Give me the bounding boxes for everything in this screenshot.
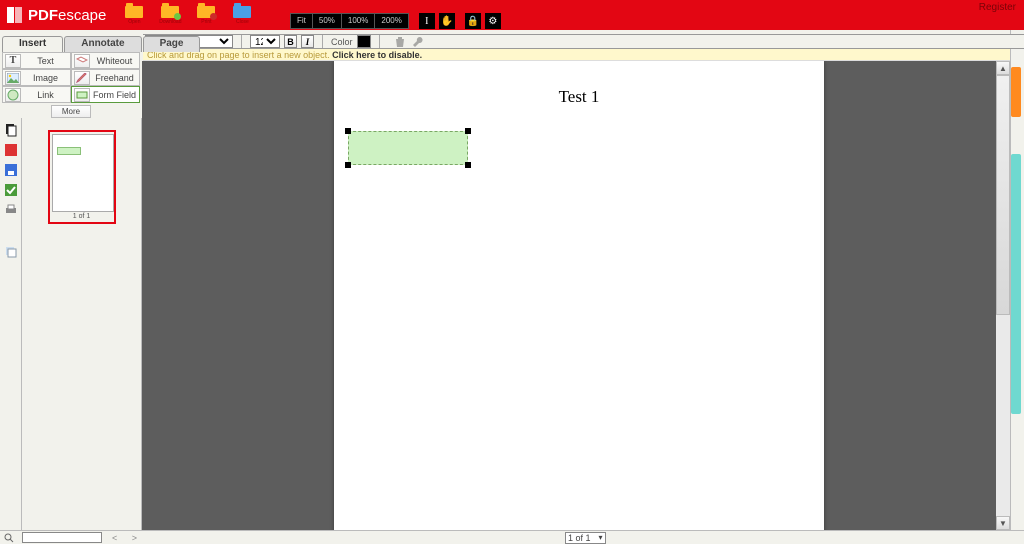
globe-icon (5, 88, 21, 102)
selected-form-field[interactable] (348, 131, 468, 165)
zoom-50[interactable]: 50% (313, 14, 342, 28)
font-size-select[interactable]: 12 (250, 35, 280, 48)
tool-freehand[interactable]: Freehand (71, 69, 140, 86)
pdf-page[interactable]: Test 1 (334, 61, 824, 530)
hint-disable-link[interactable]: Click here to disable. (332, 50, 422, 60)
status-bar: < > 1 of 1 (0, 530, 1024, 544)
tool-form-field[interactable]: Form Field (71, 86, 140, 103)
search-icon[interactable] (4, 533, 14, 543)
resize-handle-tr[interactable] (465, 128, 471, 134)
lock-icon[interactable]: 🔒 (465, 13, 481, 29)
print-button[interactable]: Print (190, 3, 222, 27)
wrench-icon[interactable] (412, 36, 424, 48)
logo-text-bold: PDF (28, 7, 58, 24)
right-side-strip (1010, 30, 1024, 530)
close-button[interactable]: Close (226, 3, 258, 27)
open-button[interactable]: Open (118, 3, 150, 27)
tool-text[interactable]: TText (2, 52, 71, 69)
text-cursor-icon[interactable]: I (419, 13, 435, 29)
check-icon[interactable] (3, 182, 19, 198)
document-viewport[interactable]: Test 1 ▲ ▼ (142, 61, 1010, 530)
zoom-group: Fit 50% 100% 200% (290, 13, 409, 29)
app-logo: PDFescape (6, 6, 106, 24)
tab-insert[interactable]: Insert (2, 36, 63, 52)
side-tab-orange[interactable] (1011, 67, 1021, 117)
tool-link[interactable]: Link (2, 86, 71, 103)
scroll-down-button[interactable]: ▼ (996, 516, 1010, 530)
side-tab-teal[interactable] (1011, 154, 1021, 414)
image-icon (5, 71, 21, 85)
tool-whiteout[interactable]: Whiteout (71, 52, 140, 69)
logo-text: escape (58, 7, 106, 24)
mode-tabs: Insert Annotate Page (2, 36, 201, 52)
pencil-icon (74, 71, 90, 85)
text-icon: T (5, 54, 21, 68)
hint-bar[interactable]: Click and drag on page to insert a new o… (143, 49, 1010, 61)
resize-handle-br[interactable] (465, 162, 471, 168)
zoom-fit[interactable]: Fit (291, 14, 313, 28)
printer-icon[interactable] (3, 202, 19, 218)
zoom-200[interactable]: 200% (375, 14, 407, 28)
view-toolbar: Fit 50% 100% 200% I ✋ 🔒 ⚙ (290, 12, 501, 30)
search-input[interactable] (22, 532, 102, 543)
italic-button[interactable]: I (301, 35, 314, 48)
tab-annotate[interactable]: Annotate (64, 36, 141, 52)
hand-pan-icon[interactable]: ✋ (439, 13, 455, 29)
tool-image[interactable]: Image (2, 69, 71, 86)
page-title: Test 1 (334, 87, 824, 107)
thumbnail-panel: 1 of 1 (22, 118, 142, 530)
scroll-up-button[interactable]: ▲ (996, 61, 1010, 75)
vertical-scrollbar[interactable]: ▲ ▼ (996, 61, 1010, 530)
file-icon-row: Open Download Print Close (118, 3, 258, 27)
register-link[interactable]: Register (979, 2, 1016, 13)
tab-page[interactable]: Page (143, 36, 201, 52)
zoom-100[interactable]: 100% (342, 14, 375, 28)
resize-handle-bl[interactable] (345, 162, 351, 168)
page-select[interactable]: 1 of 1 (565, 532, 606, 544)
whiteout-icon (74, 54, 90, 68)
left-icon-strip (0, 118, 22, 530)
insert-tool-panel: TText Whiteout Image Freehand Link Form … (2, 52, 140, 120)
save-icon[interactable] (3, 162, 19, 178)
thumbnail-caption: 1 of 1 (52, 213, 112, 220)
pages-icon[interactable] (3, 122, 19, 138)
pdf-icon (6, 6, 24, 24)
warning-icon[interactable] (3, 142, 19, 158)
app-header: PDFescape Open Download Print Close Regi… (0, 0, 1024, 30)
resize-handle-tl[interactable] (345, 128, 351, 134)
trash-icon[interactable] (394, 36, 406, 48)
scroll-thumb[interactable] (996, 75, 1010, 315)
bold-button[interactable]: B (284, 35, 297, 48)
gear-icon[interactable]: ⚙ (485, 13, 501, 29)
color-label: Color (331, 37, 353, 47)
download-button[interactable]: Download (154, 3, 186, 27)
copy-icon[interactable] (3, 244, 19, 260)
format-toolbar: Arial 12 B I Color (143, 34, 1024, 49)
form-field-icon (74, 88, 90, 102)
page-thumbnail-1[interactable]: 1 of 1 (48, 130, 116, 224)
more-button[interactable]: More (51, 105, 91, 118)
color-swatch[interactable] (357, 35, 371, 48)
page-nav-buttons[interactable]: < > (112, 533, 143, 543)
